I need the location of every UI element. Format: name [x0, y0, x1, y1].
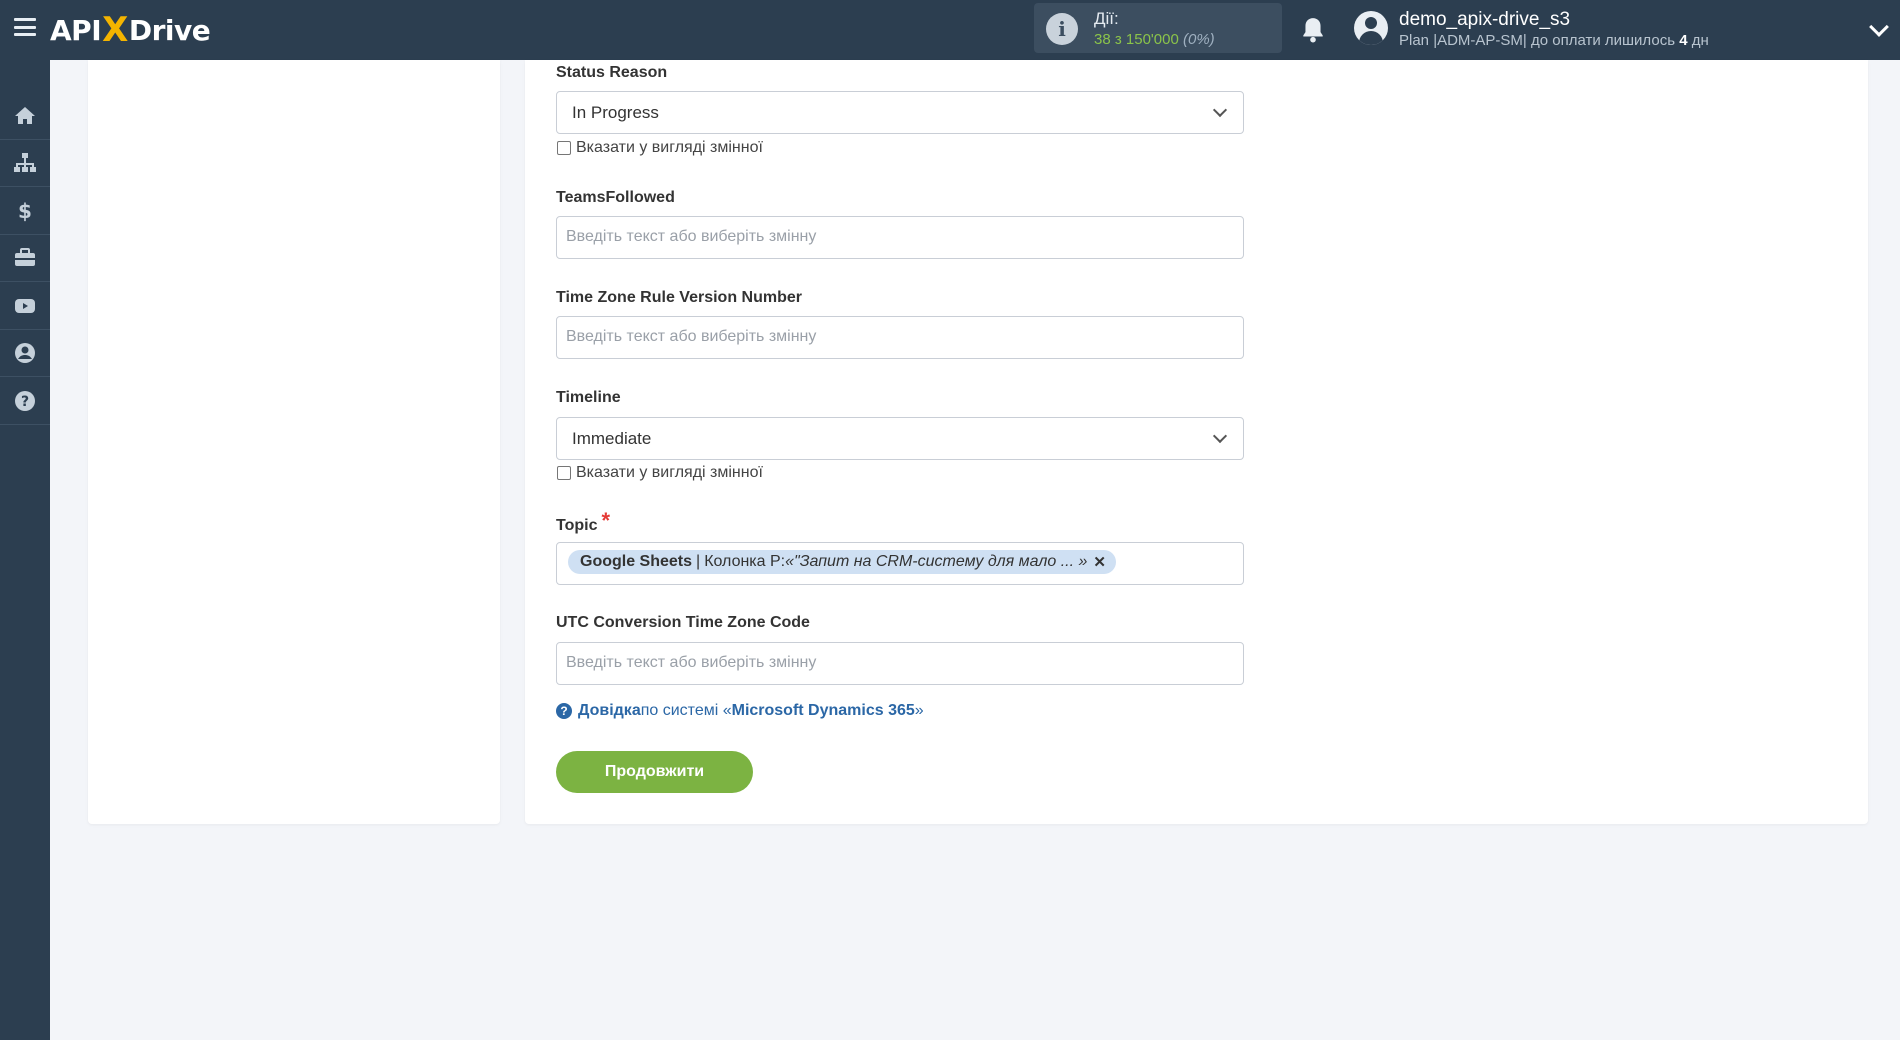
- topic-label-text: Topic: [556, 517, 598, 534]
- time-zone-rule-label: Time Zone Rule Version Number: [556, 289, 802, 306]
- logo-text-api: API: [50, 13, 102, 47]
- status-reason-label: Status Reason: [556, 64, 668, 81]
- actions-used: 38: [1094, 31, 1111, 48]
- left-panel: [88, 60, 500, 824]
- time-zone-rule-placeholder: Введіть текст або виберіть змінну: [566, 328, 817, 345]
- topic-variable-tag[interactable]: Google Sheets | Колонка P: «"Запит на CR…: [568, 550, 1116, 574]
- timeline-variable-toggle[interactable]: Вказати у вигляді змінної: [557, 464, 763, 482]
- sidebar-item-connections[interactable]: [0, 140, 50, 187]
- sidebar: $ ?: [0, 60, 50, 1040]
- menu-icon[interactable]: [14, 18, 36, 36]
- timeline-value: Immediate: [572, 429, 652, 448]
- sidebar-item-home[interactable]: [0, 93, 50, 140]
- logo-text-x: X: [102, 10, 128, 50]
- sidebar-item-billing[interactable]: $: [0, 188, 50, 235]
- checkbox[interactable]: [557, 141, 571, 155]
- question-circle-icon: ?: [556, 703, 572, 719]
- question-circle-icon: ?: [15, 391, 35, 411]
- user-plan: Plan |ADM-AP-SM| до оплати лишилось 4 дн: [1399, 32, 1709, 49]
- user-circle-icon: [15, 343, 35, 363]
- chevron-down-icon[interactable]: [1869, 17, 1889, 37]
- plan-days: 4: [1679, 32, 1688, 49]
- actions-total: 150'000: [1125, 31, 1179, 48]
- info-icon: i: [1046, 13, 1078, 45]
- home-icon: [15, 107, 35, 124]
- user-name[interactable]: demo_apix-drive_s3: [1399, 9, 1570, 31]
- top-bar: API X Drive i Дії: 38 з 150'000 (0%) demo_…: [0, 0, 1900, 60]
- actions-label: Дії:: [1094, 9, 1119, 28]
- help-system-link[interactable]: Microsoft Dynamics 365: [732, 702, 915, 720]
- briefcase-icon: [15, 248, 35, 266]
- status-reason-value: In Progress: [572, 103, 659, 122]
- help-link[interactable]: Довідка: [578, 702, 641, 720]
- timeline-select[interactable]: Immediate: [556, 417, 1244, 460]
- chevron-down-icon: [1212, 428, 1228, 444]
- bell-icon[interactable]: [1300, 16, 1326, 44]
- logo[interactable]: API X Drive: [50, 10, 211, 50]
- tag-value: «"Запит на CRM-систему для мало ... »: [785, 553, 1088, 570]
- logo-text-drive: Drive: [128, 13, 211, 47]
- teams-followed-label: TeamsFollowed: [556, 189, 675, 206]
- avatar[interactable]: [1354, 11, 1388, 45]
- sidebar-item-video[interactable]: [0, 283, 50, 330]
- status-reason-variable-toggle[interactable]: Вказати у вигляді змінної: [557, 139, 763, 157]
- tag-source: Google Sheets: [580, 553, 693, 570]
- sidebar-item-help[interactable]: ?: [0, 378, 50, 425]
- utc-conversion-input[interactable]: Введіть текст або виберіть змінну: [556, 642, 1244, 685]
- sidebar-item-account[interactable]: [0, 330, 50, 377]
- help-end: »: [914, 702, 924, 719]
- actions-counter: i Дії: 38 з 150'000 (0%): [1034, 3, 1282, 53]
- time-zone-rule-input[interactable]: Введіть текст або виберіть змінну: [556, 316, 1244, 359]
- chevron-down-icon: [1212, 102, 1228, 118]
- checkbox-label: Вказати у вигляді змінної: [576, 464, 763, 481]
- teams-followed-input[interactable]: Введіть текст або виберіть змінну: [556, 216, 1244, 259]
- tag-separator: |: [696, 553, 701, 570]
- close-icon[interactable]: ✕: [1093, 553, 1106, 571]
- teams-followed-placeholder: Введіть текст або виберіть змінну: [566, 228, 817, 245]
- plan-suffix: дн: [1687, 32, 1709, 49]
- actions-of: з: [1110, 31, 1126, 48]
- help-line: ? Довідка по системі «Microsoft Dynamics…: [556, 702, 924, 720]
- tag-column: Колонка P:: [704, 553, 786, 570]
- dollar-icon: $: [18, 199, 32, 223]
- svg-text:$: $: [18, 199, 32, 223]
- checkbox-label: Вказати у вигляді змінної: [576, 139, 763, 156]
- svg-text:?: ?: [21, 394, 29, 410]
- youtube-icon: [15, 299, 35, 313]
- required-mark: *: [601, 508, 611, 533]
- sitemap-icon: [14, 153, 36, 172]
- actions-value: 38 з 150'000 (0%): [1094, 31, 1215, 48]
- status-reason-select[interactable]: In Progress: [556, 91, 1244, 134]
- utc-conversion-placeholder: Введіть текст або виберіть змінну: [566, 654, 817, 671]
- topic-label: Topic *: [556, 508, 611, 536]
- continue-button[interactable]: Продовжити: [556, 751, 753, 793]
- help-middle: по системі «: [640, 702, 732, 719]
- utc-conversion-label: UTC Conversion Time Zone Code: [556, 614, 810, 631]
- actions-percent: (0%): [1183, 31, 1215, 48]
- sidebar-item-services[interactable]: [0, 235, 50, 282]
- checkbox[interactable]: [557, 466, 571, 480]
- timeline-label: Timeline: [556, 389, 621, 406]
- plan-prefix: Plan |ADM-AP-SM| до оплати лишилось: [1399, 32, 1680, 49]
